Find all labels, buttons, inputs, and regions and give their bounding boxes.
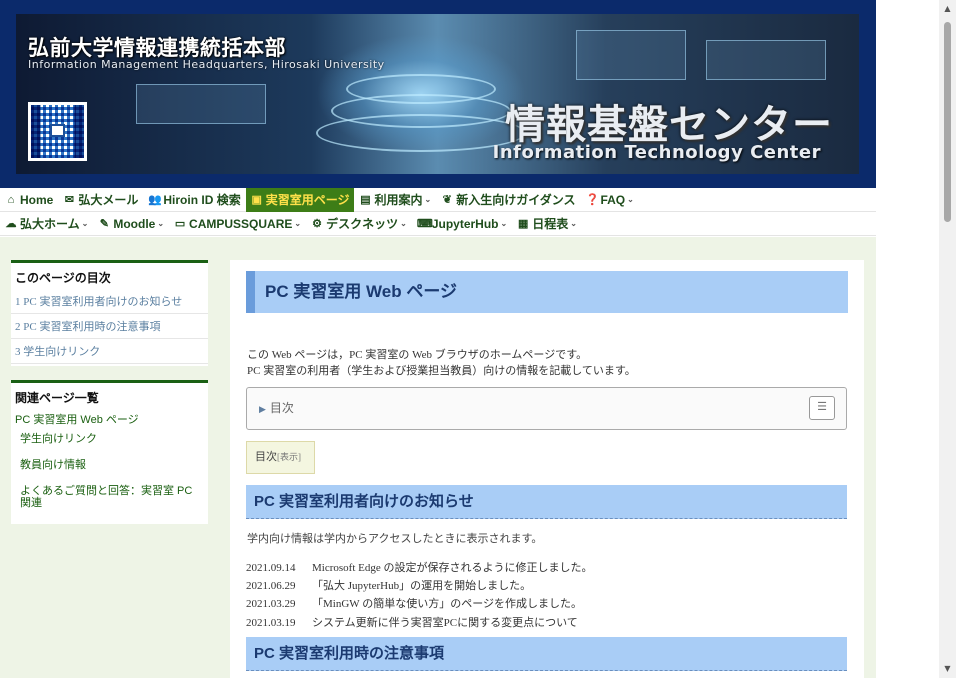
main-nav: ⌂ Home ✉ 弘大メール 👥 Hiroin ID 検索 ▣ 実習室用ページ ▤ 利用案… — [0, 187, 876, 212]
news-date: 2021.03.19 — [246, 617, 296, 629]
scrollbar-thumb[interactable] — [944, 22, 951, 222]
news-date: 2021.06.29 — [246, 580, 296, 592]
news-text[interactable]: 「弘大 JupyterHub」の運用を開始しました。 — [312, 580, 531, 592]
chevron-down-icon: ⌄ — [81, 219, 89, 228]
banner-center-title-en: Information Technology Center — [492, 142, 821, 163]
news-text[interactable]: システム更新に伴う実習室PCに関する変更点について — [312, 617, 578, 629]
section-note: 学内向け情報は学内からアクセスしたときに表示されます。 — [247, 533, 543, 545]
sidebar-toc-title: このページの目次 — [15, 271, 111, 285]
sidebar-related-item[interactable]: 学生向けリンク — [11, 429, 208, 449]
nav-freshman-guidance[interactable]: ❦ 新入生向けガイダンス — [436, 188, 580, 212]
list-icon: ☰ — [817, 401, 827, 413]
sidebar-related-item[interactable]: 教員向け情報 — [11, 455, 208, 475]
sidebar-toc-item[interactable]: 2 PC 実習室利用時の注意事項 — [11, 314, 208, 339]
intro-text: この Web ページは，PC 実習室の Web ブラウザのホームページです。 P… — [247, 347, 847, 379]
computer-icon — [50, 124, 65, 137]
chevron-down-icon: ⌄ — [570, 219, 577, 228]
banner-panel — [136, 84, 266, 124]
nav-mail[interactable]: ✉ 弘大メール — [58, 188, 143, 212]
nav-university-home[interactable]: ☁ 弘大ホーム ⌄ — [0, 212, 93, 236]
nav-moodle[interactable]: ✎ Moodle ⌄ — [93, 212, 169, 236]
nav-hiroin-id[interactable]: 👥 Hiroin ID 検索 — [143, 188, 245, 212]
user-gear-icon: ⚙ — [312, 218, 323, 230]
nav-usage-guide[interactable]: ▤ 利用案内 ⌄ — [354, 188, 436, 212]
external-nav: ☁ 弘大ホーム ⌄ ✎ Moodle ⌄ ▭ CAMPUSSQUARE ⌄ ⚙ デスクネッツ ⌄… — [0, 212, 876, 236]
toc-panel[interactable]: ▶ 目次 ☰ — [246, 387, 847, 430]
page-title: PC 実習室用 Web ページ — [246, 271, 848, 313]
section-heading-cautions: PC 実習室利用時の注意事項 — [246, 637, 847, 671]
nav-schedule[interactable]: ▦ 日程表 ⌄ — [512, 212, 582, 236]
toc-small-box[interactable]: 目次[表示] — [246, 441, 315, 474]
moodle-icon: ✎ — [99, 218, 109, 230]
main-content: PC 実習室用 Web ページ この Web ページは，PC 実習室の Web … — [230, 260, 864, 678]
news-date: 2021.09.14 — [246, 562, 296, 574]
nav-campussquare[interactable]: ▭ CAMPUSSQUARE ⌄ — [169, 212, 306, 236]
home-icon: ⌂ — [7, 193, 15, 206]
monitor-icon: ▭ — [174, 218, 186, 230]
question-icon: ❓ — [585, 194, 600, 206]
sidebar-related-top[interactable]: PC 実習室用 Web ページ — [11, 409, 208, 429]
banner-panel — [576, 30, 686, 80]
banner-title-en: Information Management Headquarters, Hir… — [28, 58, 385, 71]
chevron-down-icon: ⌄ — [424, 195, 432, 204]
news-item: 2021.03.29 「MinGW の簡単な使い方」のページを作成しました。 — [246, 595, 582, 611]
intro-line: この Web ページは，PC 実習室の Web ブラウザのホームページです。 — [247, 349, 588, 361]
news-item: 2021.03.19 システム更新に伴う実習室PCに関する変更点について — [246, 614, 578, 630]
section-heading-notices: PC 実習室利用者向けのお知らせ — [246, 485, 847, 519]
nav-home[interactable]: ⌂ Home — [0, 188, 58, 212]
users-icon: 👥 — [148, 194, 163, 206]
scroll-up-arrow-icon[interactable]: ▲ — [939, 4, 956, 16]
news-text: Microsoft Edge の設定が保存されるように修正しました。 — [312, 562, 593, 574]
keyboard-icon: ⌨ — [416, 218, 433, 230]
sidebar-toc-item[interactable]: 3 学生向けリンク — [11, 339, 208, 364]
document-icon: ▤ — [360, 194, 371, 206]
nav-lab-page[interactable]: ▣ 実習室用ページ — [245, 187, 355, 212]
qr-code — [28, 102, 87, 161]
nav-jupyterhub[interactable]: ⌨ JupyterHub ⌄ — [412, 212, 512, 236]
banner-panel — [706, 40, 826, 80]
chevron-down-icon: ⌄ — [400, 219, 407, 228]
news-item: 2021.06.29 「弘大 JupyterHub」の運用を開始しました。 — [246, 577, 531, 593]
header-banner[interactable]: 弘前大学情報連携統括本部 Information Management Head… — [16, 14, 859, 174]
toc-small-label: 目次 — [255, 451, 277, 463]
scroll-down-arrow-icon[interactable]: ▼ — [939, 664, 956, 676]
sprout-icon: ❦ — [442, 194, 452, 206]
chevron-down-icon: ⌄ — [500, 219, 508, 228]
toc-show-link[interactable]: [表示] — [277, 452, 301, 462]
computer-lab-icon: ▣ — [251, 194, 262, 206]
sidebar-toc: このページの目次 1 PC 実習室利用者向けのお知らせ 2 PC 実習室利用時の… — [11, 260, 208, 366]
sidebar-related-title: 関連ページ一覧 — [15, 391, 99, 405]
chevron-down-icon: ⌄ — [627, 195, 634, 204]
sidebar-related-item[interactable]: よくあるご質問と回答：実習室 PC 関連 — [11, 481, 208, 513]
news-text[interactable]: 「MinGW の簡単な使い方」のページを作成しました。 — [312, 598, 582, 610]
nav-desknets[interactable]: ⚙ デスクネッツ ⌄ — [306, 212, 412, 236]
cloud-icon: ☁ — [5, 218, 17, 230]
site-header: 弘前大学情報連携統括本部 Information Management Head… — [0, 0, 876, 188]
scrollbar[interactable]: ▲ ▼ — [939, 0, 956, 678]
toc-toggle-button[interactable]: ☰ — [809, 396, 835, 420]
sidebar-toc-item[interactable]: 1 PC 実習室利用者向けのお知らせ — [11, 289, 208, 314]
news-date: 2021.03.29 — [246, 598, 296, 610]
sidebar-related: 関連ページ一覧 PC 実習室用 Web ページ 学生向けリンク 教員向け情報 よ… — [11, 380, 208, 524]
intro-line: PC 実習室の利用者（学生および授業担当教員）向けの情報を記載しています。 — [247, 365, 636, 377]
chevron-down-icon: ⌄ — [294, 219, 302, 228]
mail-icon: ✉ — [64, 194, 74, 206]
nav-faq[interactable]: ❓ FAQ ⌄ — [580, 188, 638, 212]
triangle-right-icon: ▶ — [259, 404, 266, 414]
toc-label: 目次 — [269, 401, 294, 415]
calendar-icon: ▦ — [518, 218, 529, 230]
chevron-down-icon: ⌄ — [157, 219, 165, 228]
news-item: 2021.09.14 Microsoft Edge の設定が保存されるように修正し… — [246, 559, 592, 575]
